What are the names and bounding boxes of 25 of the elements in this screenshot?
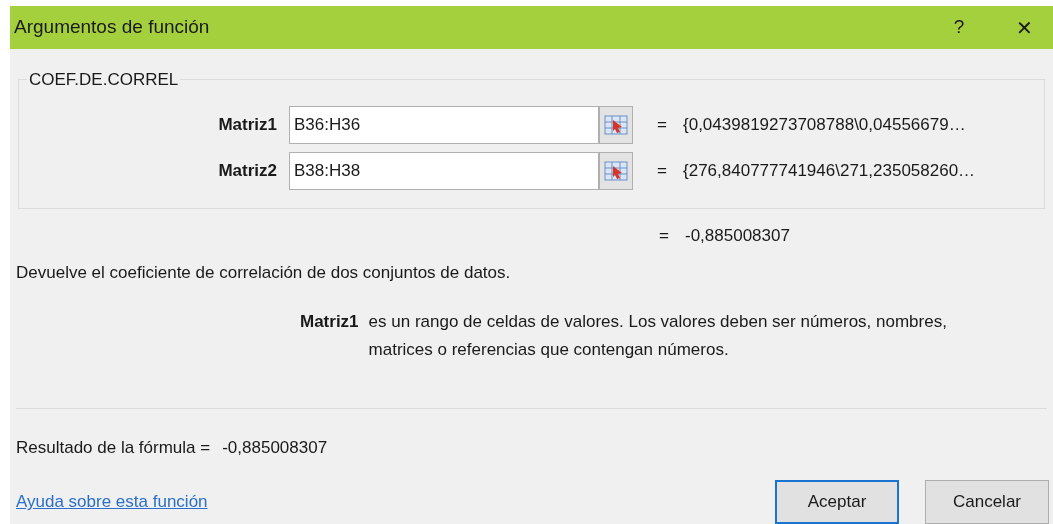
range-picker-icon: [604, 161, 628, 182]
argument-result: {0,0439819273708788\0,04556679…: [683, 114, 966, 137]
equals-sign: =: [659, 224, 670, 247]
equals-sign: =: [657, 114, 668, 137]
argument-result: {276,840777741946\271,235058260…: [683, 160, 976, 183]
range-picker-button[interactable]: [599, 152, 633, 191]
function-result: -0,885008307: [685, 224, 790, 247]
help-link[interactable]: Ayuda sobre esta función: [16, 489, 749, 515]
dialog-button[interactable]: Aceptar: [775, 480, 899, 524]
function-description: Devuelve el coeficiente de correlación de dos conjuntos de datos.: [15, 262, 512, 284]
range-picker-icon: [604, 115, 628, 136]
window-title: Argumentos de función: [14, 15, 211, 40]
equals-sign: =: [657, 160, 668, 183]
argument-label: Matriz2: [217, 160, 278, 183]
argument-help-label: Matriz1: [300, 310, 359, 333]
close-button[interactable]: ✕: [1009, 12, 1039, 43]
dialog-button[interactable]: Cancelar: [925, 480, 1049, 524]
formula-result-label: Resultado de la fórmula =: [16, 436, 211, 459]
argument-field[interactable]: B38:H38: [289, 152, 599, 191]
argument-help-text: es un rango de celdas de valores. Los valores deben ser números, nombres, matrices o referencias que contengan números.: [368, 310, 948, 361]
argument-field[interactable]: B36:H36: [289, 106, 599, 145]
formula-result-value: -0,885008307: [222, 436, 328, 459]
help-button[interactable]: ?: [939, 13, 979, 42]
range-picker-button[interactable]: [599, 106, 633, 145]
argument-label: Matriz1: [217, 114, 278, 137]
